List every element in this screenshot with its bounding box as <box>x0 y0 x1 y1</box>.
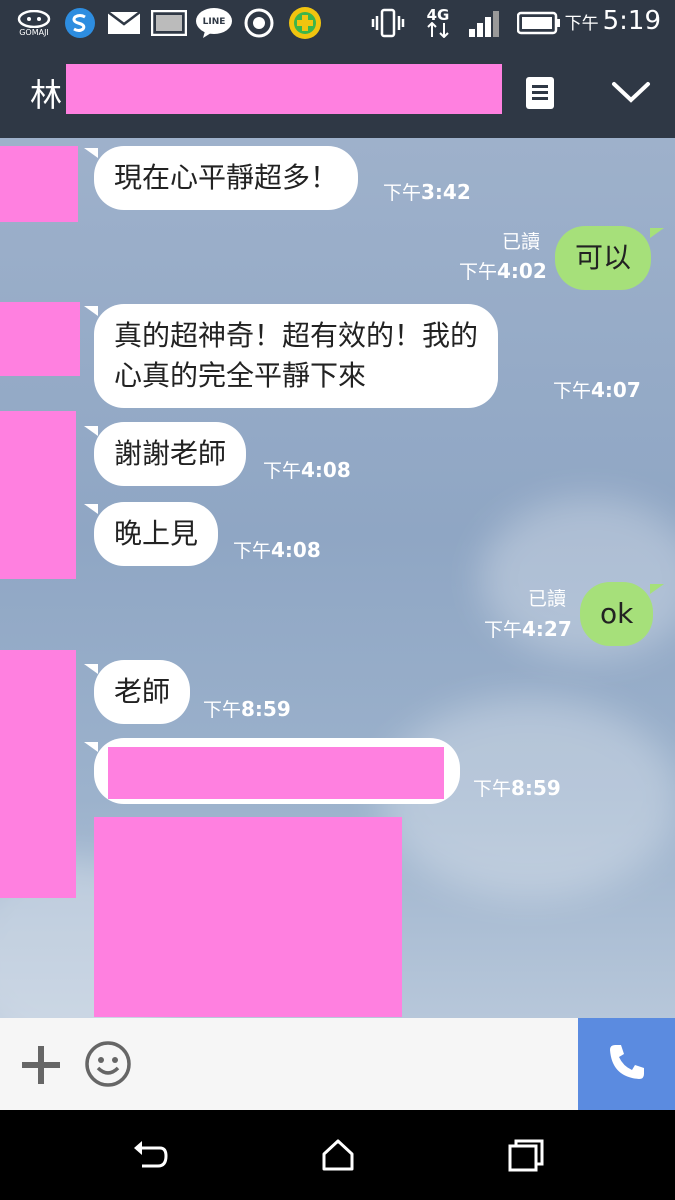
time-prefix: 下午 <box>203 699 242 721</box>
chat-title: 林 <box>30 76 63 114</box>
redacted-message <box>108 747 444 799</box>
chat-header: 林 <box>0 46 675 138</box>
4g-icon: 4G <box>420 8 456 38</box>
chat-area[interactable]: 現在心平靜超多！ 下午3:42 已讀 下午4:02 可以 真的超神奇！超有效的！… <box>0 138 675 1018</box>
clock: 下午 5:19 <box>565 6 661 36</box>
gomaji-icon: GOMAJI <box>14 8 54 38</box>
status-bar: GOMAJI LINE 4G 下午 5:19 <box>0 0 675 46</box>
time-prefix: 下午 <box>473 778 512 800</box>
input-bar <box>0 1018 675 1110</box>
time-prefix: 下午 <box>233 540 272 562</box>
message-bubble[interactable]: 現在心平靜超多！ <box>94 146 359 210</box>
line-icon: LINE <box>194 8 234 38</box>
time-value: 4:02 <box>497 259 547 283</box>
home-icon[interactable] <box>318 1138 358 1172</box>
timestamp: 下午4:27 <box>484 615 572 642</box>
message-line: 心真的完全平靜下來 <box>114 359 367 392</box>
timestamp: 下午4:07 <box>553 376 641 403</box>
time-value: 8:59 <box>241 697 291 721</box>
signal-icon <box>466 8 506 38</box>
time-value: 4:07 <box>591 378 641 402</box>
line-label: LINE <box>202 17 226 27</box>
clock-prefix: 下午 <box>564 14 599 34</box>
phone-icon <box>607 1042 647 1086</box>
redacted-avatar <box>0 411 76 579</box>
vibrate-icon <box>370 8 406 38</box>
time-prefix: 下午 <box>484 619 523 641</box>
clock-time: 5:19 <box>602 6 661 36</box>
image-icon <box>150 8 188 38</box>
time-prefix: 下午 <box>459 261 498 283</box>
message-bubble[interactable]: ok <box>580 582 654 646</box>
timestamp: 下午4:08 <box>263 456 351 483</box>
emoji-icon[interactable] <box>84 1040 132 1088</box>
message-line: 真的超神奇！超有效的！我的 <box>114 319 479 352</box>
message-bubble[interactable]: 老師 <box>94 660 191 724</box>
message-bubble[interactable]: 晚上見 <box>94 502 219 566</box>
timestamp: 下午4:02 <box>459 257 547 284</box>
call-button[interactable] <box>578 1018 675 1110</box>
plus-icon[interactable] <box>20 1044 62 1086</box>
redacted-name <box>66 64 502 114</box>
message-bubble[interactable] <box>94 738 460 804</box>
recents-icon[interactable] <box>506 1138 546 1172</box>
redacted-avatar <box>0 650 76 898</box>
battery-icon <box>516 8 562 38</box>
time-value: 3:42 <box>421 180 471 204</box>
redacted-avatar <box>0 302 80 376</box>
timestamp: 下午3:42 <box>383 178 471 205</box>
message-bubble[interactable]: 真的超神奇！超有效的！我的 心真的完全平靜下來 <box>94 304 499 408</box>
read-receipt: 已讀 <box>528 588 567 610</box>
chevron-down-icon[interactable] <box>610 76 652 108</box>
redacted-avatar <box>0 146 78 222</box>
nav-bar <box>0 1110 675 1200</box>
timestamp: 下午8:59 <box>473 774 561 801</box>
redacted-image <box>94 817 402 1017</box>
time-prefix: 下午 <box>553 380 592 402</box>
time-prefix: 下午 <box>383 182 422 204</box>
time-value: 4:08 <box>271 538 321 562</box>
mail-icon <box>106 8 142 38</box>
time-value: 4:27 <box>522 617 572 641</box>
message-bubble[interactable]: 可以 <box>555 226 652 290</box>
message-bubble[interactable]: 謝謝老師 <box>94 422 247 486</box>
time-value: 8:59 <box>511 776 561 800</box>
notes-menu-icon[interactable] <box>524 76 556 110</box>
time-value: 4:08 <box>301 458 351 482</box>
back-icon[interactable] <box>130 1138 170 1172</box>
network-label: 4G <box>426 6 450 24</box>
timestamp: 下午4:08 <box>233 536 321 563</box>
record-icon <box>242 8 276 38</box>
time-prefix: 下午 <box>263 460 302 482</box>
plus-app-icon <box>286 7 324 39</box>
gomaji-label: GOMAJI <box>19 27 49 37</box>
s-app-icon <box>62 8 98 38</box>
read-receipt: 已讀 <box>502 231 541 253</box>
timestamp: 下午8:59 <box>203 695 291 722</box>
